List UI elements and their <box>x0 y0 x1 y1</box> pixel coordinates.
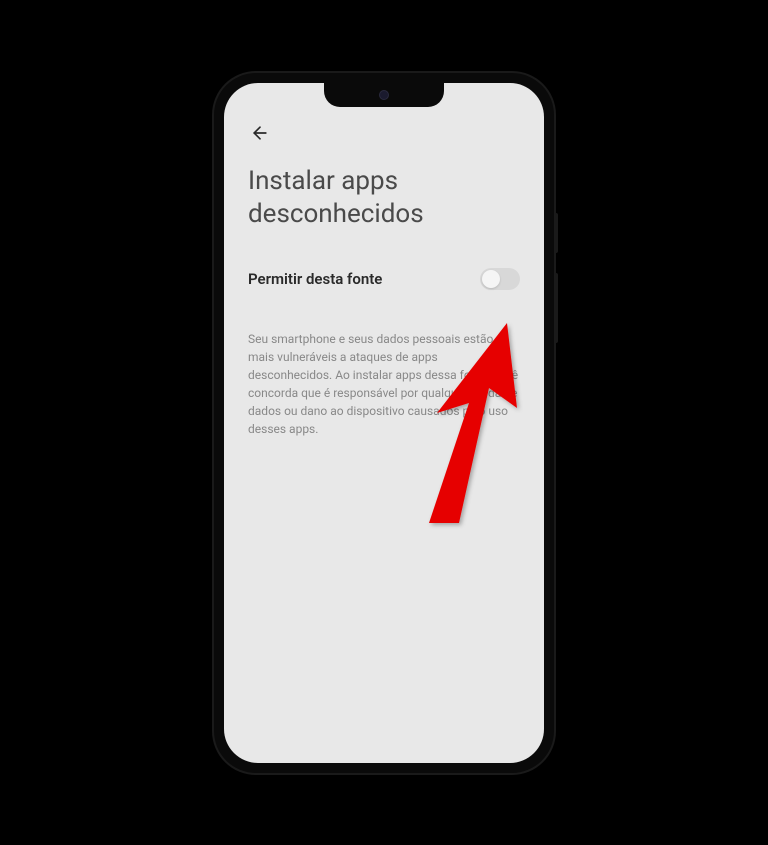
allow-source-toggle[interactable] <box>480 268 520 290</box>
phone-side-button <box>554 213 558 253</box>
setting-row: Permitir desta fonte <box>248 268 520 290</box>
screen-content: Instalar apps desconhecidos Permitir des… <box>224 83 544 763</box>
warning-description: Seu smartphone e seus dados pessoais est… <box>248 330 520 438</box>
front-camera <box>379 90 389 100</box>
page-title: Instalar apps desconhecidos <box>248 165 520 233</box>
setting-label: Permitir desta fonte <box>248 270 382 288</box>
phone-notch <box>324 83 444 107</box>
toggle-thumb <box>482 270 500 288</box>
phone-screen: Instalar apps desconhecidos Permitir des… <box>224 83 544 763</box>
phone-side-button <box>554 273 558 343</box>
back-arrow-icon <box>250 123 270 143</box>
back-button[interactable] <box>248 121 272 145</box>
phone-frame: Instalar apps desconhecidos Permitir des… <box>214 73 554 773</box>
